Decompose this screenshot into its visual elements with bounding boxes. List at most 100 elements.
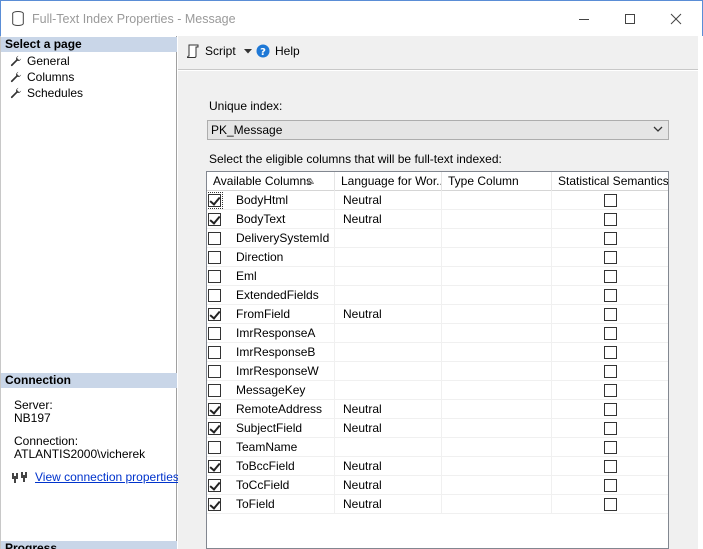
cell-language[interactable] — [335, 248, 442, 267]
statistical-semantics-checkbox[interactable] — [604, 232, 617, 245]
include-column-checkbox[interactable] — [208, 289, 221, 302]
table-row[interactable]: Direction — [207, 248, 668, 267]
cell-type-column[interactable] — [442, 210, 552, 229]
cell-type-column[interactable] — [442, 457, 552, 476]
statistical-semantics-checkbox[interactable] — [604, 270, 617, 283]
cell-type-column[interactable] — [442, 267, 552, 286]
page-columns[interactable]: Columns — [10, 69, 74, 84]
cell-language[interactable]: Neutral — [335, 419, 442, 438]
cell-type-column[interactable] — [442, 381, 552, 400]
statistical-semantics-checkbox[interactable] — [604, 308, 617, 321]
table-row[interactable]: Eml — [207, 267, 668, 286]
table-row[interactable]: ImrResponseA — [207, 324, 668, 343]
table-row[interactable]: ToBccField Neutral — [207, 457, 668, 476]
include-column-checkbox[interactable] — [208, 251, 221, 264]
cell-type-column[interactable] — [442, 248, 552, 267]
cell-type-column[interactable] — [442, 419, 552, 438]
statistical-semantics-checkbox[interactable] — [604, 346, 617, 359]
chevron-down-icon[interactable] — [243, 48, 252, 54]
table-row[interactable]: ToField Neutral — [207, 495, 668, 514]
statistical-semantics-checkbox[interactable] — [604, 441, 617, 454]
include-column-checkbox[interactable] — [208, 232, 221, 245]
include-column-checkbox[interactable] — [208, 346, 221, 359]
table-row[interactable]: ImrResponseW — [207, 362, 668, 381]
table-row[interactable]: MessageKey — [207, 381, 668, 400]
minimize-button[interactable] — [561, 1, 607, 36]
include-column-checkbox[interactable] — [208, 498, 221, 511]
statistical-semantics-checkbox[interactable] — [604, 289, 617, 302]
cell-type-column[interactable] — [442, 305, 552, 324]
include-column-checkbox[interactable] — [208, 441, 221, 454]
unique-index-select[interactable]: PK_Message — [207, 120, 669, 140]
statistical-semantics-checkbox[interactable] — [604, 479, 617, 492]
cell-type-column[interactable] — [442, 362, 552, 381]
statistical-semantics-checkbox[interactable] — [604, 251, 617, 264]
cell-language[interactable]: Neutral — [335, 495, 442, 514]
cell-language[interactable] — [335, 286, 442, 305]
cell-type-column[interactable] — [442, 286, 552, 305]
statistical-semantics-checkbox[interactable] — [604, 403, 617, 416]
cell-language[interactable]: Neutral — [335, 191, 442, 210]
cell-language[interactable] — [335, 343, 442, 362]
cell-language[interactable] — [335, 381, 442, 400]
statistical-semantics-checkbox[interactable] — [604, 498, 617, 511]
include-column-checkbox[interactable] — [208, 327, 221, 340]
include-column-checkbox[interactable] — [208, 270, 221, 283]
statistical-semantics-checkbox[interactable] — [604, 422, 617, 435]
cell-language[interactable] — [335, 438, 442, 457]
cell-language[interactable]: Neutral — [335, 210, 442, 229]
cell-language[interactable] — [335, 362, 442, 381]
include-column-checkbox[interactable] — [208, 213, 221, 226]
cell-language[interactable]: Neutral — [335, 476, 442, 495]
include-column-checkbox[interactable] — [208, 479, 221, 492]
page-schedules[interactable]: Schedules — [10, 85, 83, 100]
cell-type-column[interactable] — [442, 343, 552, 362]
table-row[interactable]: TeamName — [207, 438, 668, 457]
table-row[interactable]: RemoteAddress Neutral — [207, 400, 668, 419]
table-row[interactable]: BodyHtml Neutral — [207, 191, 668, 210]
header-language[interactable]: Language for Wor... — [335, 172, 442, 191]
cell-language[interactable] — [335, 324, 442, 343]
include-column-checkbox[interactable] — [207, 192, 223, 209]
include-column-checkbox[interactable] — [208, 422, 221, 435]
view-connection-properties-link[interactable]: View connection properties — [35, 470, 179, 484]
table-row[interactable]: FromField Neutral — [207, 305, 668, 324]
cell-type-column[interactable] — [442, 324, 552, 343]
include-column-checkbox[interactable] — [208, 365, 221, 378]
cell-type-column[interactable] — [442, 495, 552, 514]
table-row[interactable]: ToCcField Neutral — [207, 476, 668, 495]
statistical-semantics-checkbox[interactable] — [604, 460, 617, 473]
statistical-semantics-checkbox[interactable] — [604, 384, 617, 397]
close-button[interactable] — [653, 1, 699, 36]
table-row[interactable]: ImrResponseB — [207, 343, 668, 362]
cell-type-column[interactable] — [442, 229, 552, 248]
statistical-semantics-checkbox[interactable] — [604, 213, 617, 226]
cell-language[interactable] — [335, 229, 442, 248]
header-statistical-semantics[interactable]: Statistical Semantics — [552, 172, 668, 191]
script-button[interactable]: Script — [186, 44, 252, 58]
table-row[interactable]: SubjectField Neutral — [207, 419, 668, 438]
table-row[interactable]: BodyText Neutral — [207, 210, 668, 229]
include-column-checkbox[interactable] — [208, 308, 221, 321]
cell-type-column[interactable] — [442, 400, 552, 419]
table-row[interactable]: DeliverySystemId — [207, 229, 668, 248]
cell-type-column[interactable] — [442, 191, 552, 210]
maximize-button[interactable] — [607, 1, 653, 36]
cell-language[interactable]: Neutral — [335, 305, 442, 324]
statistical-semantics-checkbox[interactable] — [604, 194, 617, 207]
include-column-checkbox[interactable] — [208, 384, 221, 397]
help-button[interactable]: ? Help — [256, 44, 300, 58]
statistical-semantics-checkbox[interactable] — [604, 327, 617, 340]
include-column-checkbox[interactable] — [208, 403, 221, 416]
include-column-checkbox[interactable] — [208, 460, 221, 473]
statistical-semantics-checkbox[interactable] — [604, 365, 617, 378]
cell-type-column[interactable] — [442, 438, 552, 457]
table-row[interactable]: ExtendedFields — [207, 286, 668, 305]
cell-language[interactable] — [335, 267, 442, 286]
header-available-columns[interactable]: Available Columns — [207, 172, 335, 191]
cell-language[interactable]: Neutral — [335, 457, 442, 476]
cell-type-column[interactable] — [442, 476, 552, 495]
header-type-column[interactable]: Type Column — [442, 172, 552, 191]
page-general[interactable]: General — [10, 53, 70, 68]
cell-language[interactable]: Neutral — [335, 400, 442, 419]
